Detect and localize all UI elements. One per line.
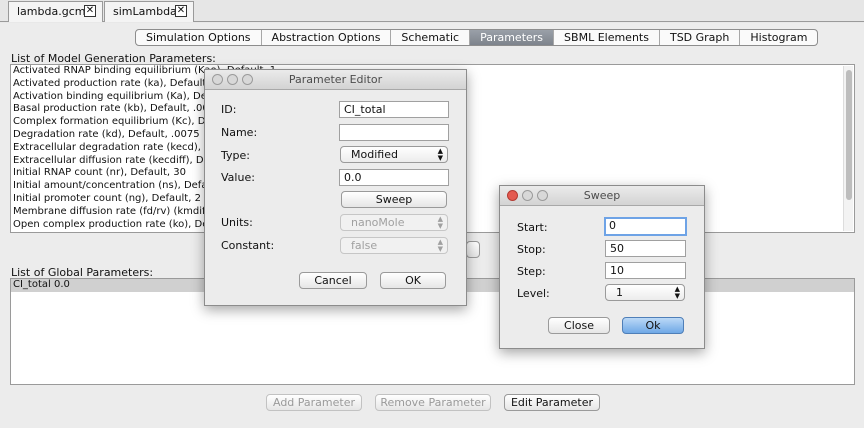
parameter-editor-dialog: Parameter Editor ID: CI_total Name: Type… — [204, 69, 467, 306]
close-window-icon[interactable] — [507, 190, 518, 201]
ok-button[interactable]: Ok — [622, 317, 684, 334]
tab-parameters[interactable]: Parameters — [470, 30, 555, 45]
scrollbar-thumb[interactable] — [846, 70, 852, 200]
zoom-window-icon[interactable] — [242, 74, 253, 85]
select-arrows-icon: ▲ ▼ — [437, 215, 443, 230]
zoom-window-icon[interactable] — [537, 190, 548, 201]
document-tab-bar: lambda.gcm ✕ simLambda ✕ — [0, 0, 864, 22]
type-label: Type: — [221, 149, 250, 162]
dialog-title: Sweep — [583, 189, 621, 202]
constant-select-value: false — [351, 239, 378, 252]
constant-label: Constant: — [221, 239, 275, 252]
start-field[interactable]: 0 — [604, 217, 687, 236]
close-icon[interactable]: ✕ — [84, 5, 96, 17]
type-select-value: Modified — [351, 148, 398, 161]
close-icon[interactable]: ✕ — [175, 5, 187, 17]
dialog-title: Parameter Editor — [288, 73, 383, 86]
tab-sbml-elements[interactable]: SBML Elements — [554, 30, 660, 45]
units-select[interactable]: nanoMole ▲ ▼ — [340, 214, 448, 231]
step-field[interactable]: 10 — [605, 262, 686, 279]
name-label: Name: — [221, 126, 258, 139]
units-select-value: nanoMole — [351, 216, 405, 229]
tab-simulation-options[interactable]: Simulation Options — [136, 30, 262, 45]
level-label: Level: — [517, 287, 550, 300]
ok-button[interactable]: OK — [380, 272, 446, 289]
cancel-button[interactable]: Cancel — [299, 272, 367, 289]
doc-tab-label: simLambda — [113, 5, 177, 18]
sweep-dialog: Sweep Start: 0 Stop: 50 Step: 10 Level: … — [499, 185, 705, 349]
close-button[interactable]: Close — [548, 317, 610, 334]
step-label: Step: — [517, 265, 546, 278]
stop-field[interactable]: 50 — [605, 240, 686, 257]
stop-label: Stop: — [517, 243, 546, 256]
select-arrows-icon: ▲ ▼ — [437, 238, 443, 253]
value-label: Value: — [221, 171, 255, 184]
minimize-window-icon[interactable] — [227, 74, 238, 85]
level-select-value: 1 — [616, 286, 623, 299]
tab-tsd-graph[interactable]: TSD Graph — [660, 30, 741, 45]
name-field[interactable] — [339, 124, 449, 141]
view-tabs: Simulation Options Abstraction Options S… — [135, 29, 819, 46]
type-select[interactable]: Modified ▲ ▼ — [340, 146, 448, 163]
doc-tab-lambda-gcm[interactable]: lambda.gcm ✕ — [8, 1, 103, 22]
tab-abstraction-options[interactable]: Abstraction Options — [262, 30, 392, 45]
value-field[interactable]: 0.0 — [339, 169, 449, 186]
minimize-window-icon[interactable] — [522, 190, 533, 201]
select-arrows-icon: ▲ ▼ — [437, 147, 443, 162]
dialog-titlebar[interactable]: Parameter Editor — [205, 70, 466, 90]
hidden-button-edge[interactable] — [466, 241, 480, 258]
add-parameter-button[interactable]: Add Parameter — [266, 394, 362, 411]
tab-schematic[interactable]: Schematic — [391, 30, 471, 45]
doc-tab-simlambda[interactable]: simLambda ✕ — [104, 1, 194, 22]
start-label: Start: — [517, 221, 548, 234]
close-window-icon[interactable] — [212, 74, 223, 85]
dialog-titlebar[interactable]: Sweep — [500, 186, 704, 206]
id-label: ID: — [221, 103, 237, 116]
level-select[interactable]: 1 ▲ ▼ — [605, 284, 685, 301]
units-label: Units: — [221, 216, 253, 229]
vertical-scrollbar[interactable] — [843, 66, 853, 231]
tab-histogram[interactable]: Histogram — [740, 30, 817, 45]
doc-tab-label: lambda.gcm — [17, 5, 86, 18]
constant-select[interactable]: false ▲ ▼ — [340, 237, 448, 254]
sweep-button[interactable]: Sweep — [341, 191, 447, 208]
id-field[interactable]: CI_total — [339, 101, 449, 118]
remove-parameter-button[interactable]: Remove Parameter — [375, 394, 491, 411]
select-arrows-icon: ▲ ▼ — [674, 285, 680, 300]
edit-parameter-button[interactable]: Edit Parameter — [504, 394, 600, 411]
